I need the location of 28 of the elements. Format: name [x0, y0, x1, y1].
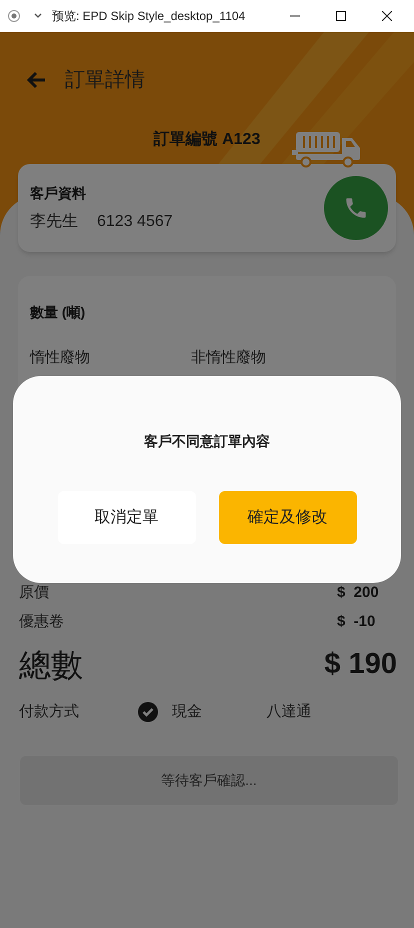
- chevron-down-icon[interactable]: [34, 13, 42, 19]
- column-label: 惰性廢物: [30, 348, 91, 368]
- back-arrow-icon[interactable]: [26, 71, 46, 89]
- order-number: 訂單編號 A123: [154, 130, 260, 150]
- app-icon: [8, 10, 20, 22]
- dialog-message: 客戶不同意訂單內容: [144, 432, 270, 451]
- status-button[interactable]: 等待客戶確認...: [20, 756, 398, 804]
- payment-label: 付款方式: [19, 702, 80, 722]
- customer-name: 李先生: [30, 212, 78, 232]
- price-label: 優惠卷: [19, 612, 64, 632]
- price-label: 原價: [19, 583, 49, 604]
- dialog-button[interactable]: 確定及修改: [218, 491, 356, 544]
- maximize-icon[interactable]: [336, 11, 346, 21]
- phone-number: 6123 4567: [97, 212, 173, 232]
- payment-option[interactable]: 現金: [138, 701, 267, 724]
- dialog-button[interactable]: 取消定單: [58, 491, 196, 544]
- window-title: 预览: EPD Skip Style_desktop_1104: [52, 8, 246, 25]
- payment-option[interactable]: 八達通: [266, 701, 395, 724]
- price-amount: $ -10: [337, 612, 376, 632]
- section-heading: 客戶資料: [30, 184, 87, 203]
- section-heading: 數量 (噸): [30, 303, 86, 322]
- total-label: 總數: [19, 646, 83, 685]
- page-title: 訂單詳情: [65, 68, 145, 93]
- check-circle-icon: [138, 702, 158, 722]
- price-amount: $ 200: [337, 583, 380, 604]
- total-amount: $ 190: [324, 647, 397, 682]
- close-icon[interactable]: [382, 11, 392, 21]
- column-label: 非惰性廢物: [191, 348, 267, 368]
